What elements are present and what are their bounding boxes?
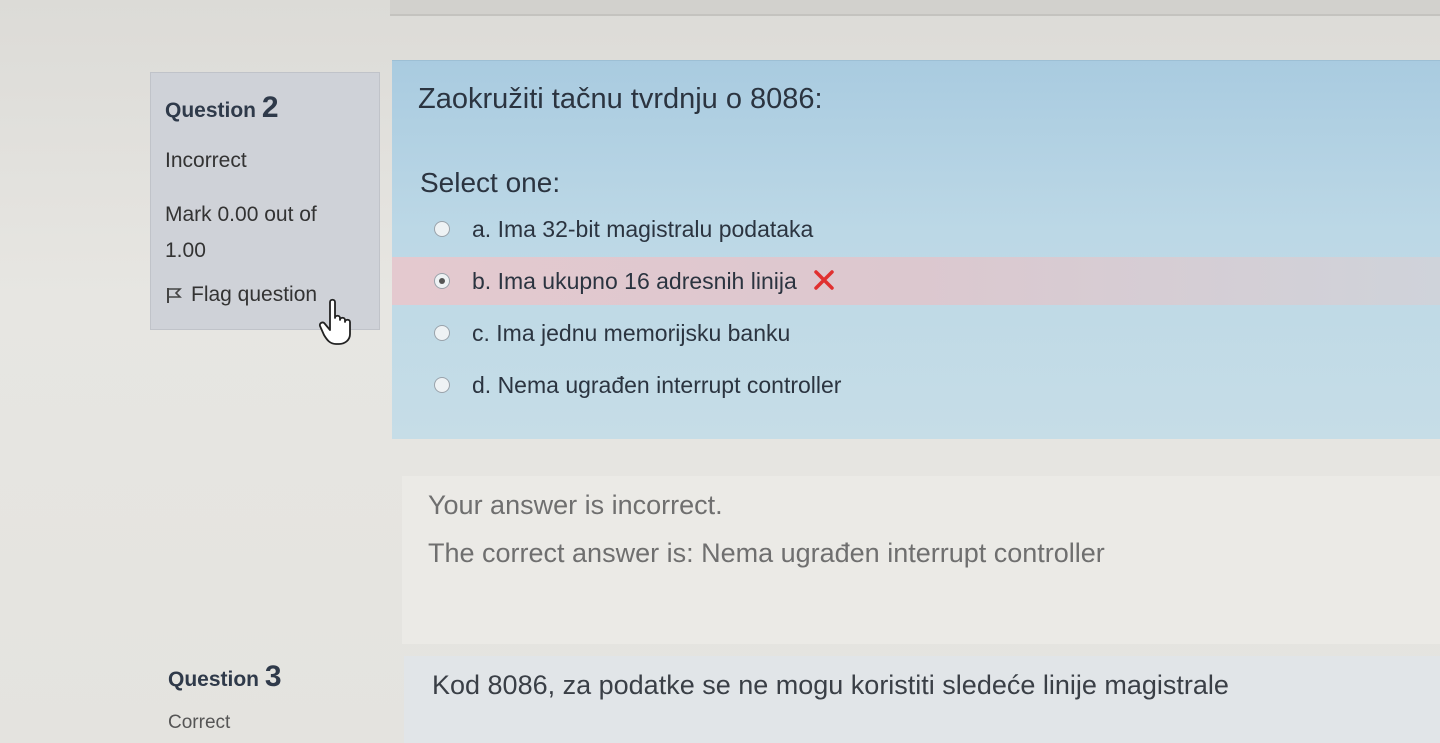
- grade-line-2: 1.00: [165, 239, 206, 262]
- question-text: Zaokružiti tačnu tvrdnju o 8086:: [418, 83, 823, 115]
- select-one-prompt: Select one:: [420, 167, 561, 198]
- question-state: Incorrect: [165, 149, 247, 172]
- answer-label-b-wrap: b. Ima ukupno 16 adresnih linija: [472, 268, 835, 295]
- flag-question-label: Flag question: [191, 283, 318, 306]
- answer-label-d: d. Nema ugrađen interrupt controller: [472, 371, 842, 398]
- question-3-text: Kod 8086, za podatke se ne mogu koristit…: [432, 670, 1229, 700]
- radio-a[interactable]: [434, 221, 450, 237]
- answer-option-b[interactable]: b. Ima ukupno 16 adresnih linija: [392, 257, 1440, 305]
- radio-b[interactable]: [434, 273, 450, 289]
- grade-line-1: Mark 0.00 out of: [165, 203, 317, 226]
- question-content: Zaokružiti tačnu tvrdnju o 8086: Select …: [392, 60, 1440, 439]
- question-label: Question: [165, 99, 257, 122]
- answer-label-a: a. Ima 32-bit magistralu podataka: [472, 215, 814, 242]
- question-3-state: Correct: [168, 712, 231, 733]
- hand-pointer-icon: [318, 298, 351, 345]
- top-bar: [390, 0, 1440, 16]
- radio-c[interactable]: [434, 325, 450, 341]
- flag-icon: [167, 288, 182, 303]
- answer-label-c: c. Ima jednu memorijsku banku: [472, 319, 791, 346]
- question-3-label: Question: [168, 668, 260, 691]
- cross-icon: [814, 269, 834, 290]
- answer-option-d[interactable]: d. Nema ugrađen interrupt controller: [392, 361, 1440, 409]
- quiz-review-page: Question 2 Incorrect Mark 0.00 out of 1.…: [0, 0, 1440, 743]
- feedback-incorrect: Your answer is incorrect.: [428, 490, 723, 520]
- question-3-number: Question 3: [168, 660, 388, 694]
- question-3-info-panel: Question 3 Correct: [168, 660, 388, 743]
- feedback-panel: Your answer is incorrect. The correct an…: [402, 476, 1440, 644]
- question-info-panel: Question 2 Incorrect Mark 0.00 out of 1.…: [150, 72, 380, 330]
- radio-d[interactable]: [434, 377, 450, 393]
- question-grade: Mark 0.00 out of 1.00: [165, 197, 365, 269]
- answer-option-a[interactable]: a. Ima 32-bit magistralu podataka: [392, 205, 1440, 253]
- question-3-number-value: 3: [264, 660, 282, 693]
- question-number-value: 2: [261, 91, 279, 124]
- question-3-content: Kod 8086, za podatke se ne mogu koristit…: [404, 656, 1440, 743]
- feedback-correct-answer: The correct answer is: Nema ugrađen inte…: [428, 538, 1105, 568]
- answer-option-c[interactable]: c. Ima jednu memorijsku banku: [392, 309, 1440, 357]
- question-number: Question 2: [165, 91, 365, 125]
- answer-label-b: b. Ima ukupno 16 adresnih linija: [472, 267, 797, 294]
